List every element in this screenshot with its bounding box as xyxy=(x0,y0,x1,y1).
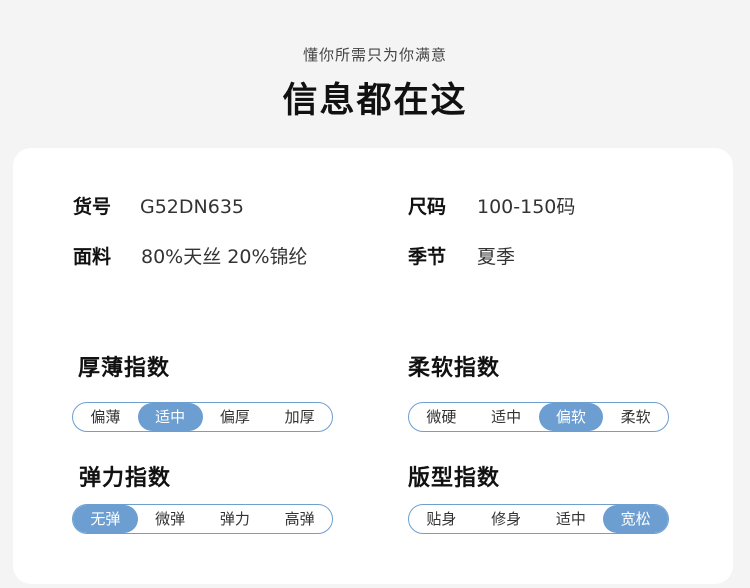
page-subtitle: 懂你所需只为你满意 xyxy=(302,46,447,64)
thickness-option[interactable]: 加厚 xyxy=(267,403,332,431)
softness-option-selected[interactable]: 偏软 xyxy=(538,403,604,431)
spec-label: 货号 xyxy=(73,196,112,218)
fit-option[interactable]: 贴身 xyxy=(409,505,474,533)
softness-option[interactable]: 微硬 xyxy=(409,403,474,431)
spec-item-number: 货号 G52DN635 xyxy=(73,192,244,219)
elasticity-index-title: 弹力指数 xyxy=(79,466,172,491)
spec-season: 季节 夏季 xyxy=(408,242,515,269)
fit-option[interactable]: 修身 xyxy=(474,505,539,533)
thickness-scale: 偏薄 适中 偏厚 加厚 xyxy=(72,402,333,432)
spec-size: 尺码 100-150码 xyxy=(408,192,575,219)
page-title: 信息都在这 xyxy=(282,81,468,121)
spec-label: 尺码 xyxy=(408,196,447,218)
spec-label: 季节 xyxy=(408,246,447,268)
spec-value: 80%天丝 20%锦纶 xyxy=(141,246,308,268)
fit-option[interactable]: 适中 xyxy=(539,505,604,533)
thickness-index-title: 厚薄指数 xyxy=(78,356,171,381)
elasticity-option[interactable]: 高弹 xyxy=(267,505,332,533)
fit-index-title: 版型指数 xyxy=(408,466,501,491)
fit-scale: 贴身 修身 适中 宽松 xyxy=(408,504,669,534)
softness-option[interactable]: 适中 xyxy=(474,403,539,431)
elasticity-option[interactable]: 微弹 xyxy=(138,505,203,533)
spec-label: 面料 xyxy=(73,246,112,268)
info-card: 货号 G52DN635 尺码 100-150码 面料 80%天丝 20%锦纶 季节 夏季… xyxy=(13,148,733,584)
spec-value: 100-150码 xyxy=(477,196,576,218)
thickness-option[interactable]: 偏薄 xyxy=(73,403,138,431)
softness-option[interactable]: 柔软 xyxy=(603,403,668,431)
softness-scale: 微硬 适中 偏软 柔软 xyxy=(408,402,669,432)
elasticity-option[interactable]: 弹力 xyxy=(203,505,268,533)
spec-value: 夏季 xyxy=(477,246,516,268)
fit-option-selected[interactable]: 宽松 xyxy=(603,505,668,533)
elasticity-option-selected[interactable]: 无弹 xyxy=(73,505,138,533)
softness-index-title: 柔软指数 xyxy=(408,356,501,381)
elasticity-scale: 无弹 微弹 弹力 高弹 xyxy=(72,504,333,534)
spec-fabric: 面料 80%天丝 20%锦纶 xyxy=(73,242,308,269)
thickness-option-selected[interactable]: 适中 xyxy=(137,403,203,431)
spec-value: G52DN635 xyxy=(140,196,245,218)
thickness-option[interactable]: 偏厚 xyxy=(203,403,268,431)
